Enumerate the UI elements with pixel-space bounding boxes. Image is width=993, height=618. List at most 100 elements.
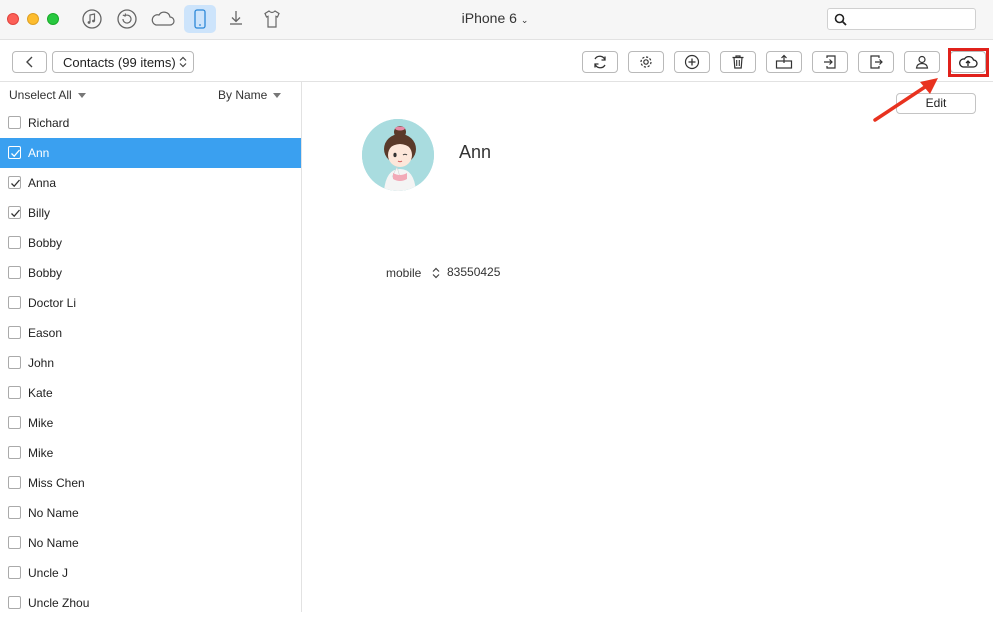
contact-name-label: Billy xyxy=(28,206,51,220)
highlight-box xyxy=(948,48,989,77)
checkbox[interactable] xyxy=(8,146,21,159)
checkbox[interactable] xyxy=(8,206,21,219)
list-item[interactable]: Miss Chen xyxy=(0,468,301,498)
export-to-computer-button[interactable] xyxy=(766,51,802,73)
list-item[interactable]: John xyxy=(0,348,301,378)
contact-name-label: Doctor Li xyxy=(28,296,77,310)
caret-down-icon xyxy=(77,93,86,99)
export-to-computer-icon xyxy=(775,54,793,69)
close-window-button[interactable] xyxy=(7,13,19,25)
contact-icon xyxy=(915,55,929,69)
contact-name-label: Uncle J xyxy=(28,566,69,580)
settings-button[interactable] xyxy=(628,51,664,73)
back-button[interactable] xyxy=(12,51,47,73)
contact-name-label: No Name xyxy=(28,506,79,520)
contact-name-label: Eason xyxy=(28,326,63,340)
restore-icon[interactable] xyxy=(111,5,143,33)
checkbox[interactable] xyxy=(8,356,21,369)
contact-name-label: John xyxy=(28,356,55,370)
contact-name-label: No Name xyxy=(28,536,79,550)
delete-button[interactable] xyxy=(720,51,756,73)
to-device-button[interactable] xyxy=(812,51,848,73)
contact-name-label: Miss Chen xyxy=(28,476,85,490)
phone-field-value: 83550425 xyxy=(447,265,501,279)
annotation-arrow xyxy=(873,78,938,122)
category-label: Contacts (99 items) xyxy=(63,54,176,70)
contact-name-label: Anna xyxy=(28,176,57,190)
checkmark-icon xyxy=(11,209,20,218)
chevron-down-icon: ⌄ xyxy=(520,15,529,25)
contact-name-label: Kate xyxy=(28,386,53,400)
checkbox[interactable] xyxy=(8,596,21,609)
contact-detail: Edit Ann mobile 83550425 xyxy=(303,82,993,612)
minimize-window-button[interactable] xyxy=(27,13,39,25)
list-item[interactable]: Mike xyxy=(0,438,301,468)
checkbox[interactable] xyxy=(8,296,21,309)
list-item[interactable]: Richard xyxy=(0,108,301,138)
zoom-window-button[interactable] xyxy=(47,13,59,25)
checkbox[interactable] xyxy=(8,236,21,249)
search-input[interactable] xyxy=(827,8,976,30)
refresh-icon xyxy=(594,55,606,69)
list-item[interactable]: Eason xyxy=(0,318,301,348)
list-item[interactable]: Billy xyxy=(0,198,301,228)
checkbox[interactable] xyxy=(8,566,21,579)
checkbox[interactable] xyxy=(8,476,21,489)
checkmark-icon xyxy=(11,179,20,188)
list-item[interactable]: Mike xyxy=(0,408,301,438)
list-item[interactable]: No Name xyxy=(0,528,301,558)
list-item[interactable]: No Name xyxy=(0,498,301,528)
export-icon xyxy=(870,55,883,69)
checkbox[interactable] xyxy=(8,446,21,459)
list-item[interactable]: Doctor Li xyxy=(0,288,301,318)
checkbox[interactable] xyxy=(8,266,21,279)
refresh-button[interactable] xyxy=(582,51,618,73)
checkbox[interactable] xyxy=(8,386,21,399)
checkbox[interactable] xyxy=(8,176,21,189)
add-icon xyxy=(684,54,700,70)
toolbar: Contacts (99 items) xyxy=(0,41,993,82)
phone-icon[interactable] xyxy=(184,5,216,33)
list-item[interactable]: Kate xyxy=(0,378,301,408)
contact-name-label: Ann xyxy=(28,146,50,160)
sort-label: By Name xyxy=(218,88,268,102)
contact-name-label: Bobby xyxy=(28,266,63,280)
contact-name-label: Bobby xyxy=(28,236,63,250)
list-item[interactable]: Anna xyxy=(0,168,301,198)
add-button[interactable] xyxy=(674,51,710,73)
contact-name-label: Mike xyxy=(28,446,54,460)
category-dropdown[interactable]: Contacts (99 items) xyxy=(52,51,194,73)
phone-field-label: mobile xyxy=(386,266,422,280)
tshirt-icon[interactable] xyxy=(256,5,288,33)
list-item[interactable]: Uncle J xyxy=(0,558,301,588)
checkmark-icon xyxy=(11,149,20,158)
contact-name-label: Richard xyxy=(28,116,70,130)
list-item[interactable]: Bobby xyxy=(0,258,301,288)
cloud-icon[interactable] xyxy=(147,5,179,33)
search-icon xyxy=(834,13,847,26)
device-name: iPhone 6 xyxy=(461,10,517,26)
unselect-all-button[interactable]: Unselect All xyxy=(9,88,86,102)
checkbox[interactable] xyxy=(8,326,21,339)
settings-icon xyxy=(640,56,652,68)
caret-down-icon xyxy=(273,93,282,99)
contact-name-label: Mike xyxy=(28,416,54,430)
updown-icon[interactable] xyxy=(432,267,440,279)
list-item[interactable]: Bobby xyxy=(0,228,301,258)
checkbox[interactable] xyxy=(8,416,21,429)
list-item[interactable]: Ann xyxy=(0,138,301,168)
device-selector[interactable]: iPhone 6 ⌄ xyxy=(440,10,550,26)
title-bar: iPhone 6 ⌄ xyxy=(0,0,993,40)
download-icon[interactable] xyxy=(220,5,252,33)
list-item[interactable]: Uncle Zhou xyxy=(0,588,301,618)
checkbox[interactable] xyxy=(8,536,21,549)
list-header: Unselect All By Name xyxy=(0,82,301,108)
checkbox[interactable] xyxy=(8,116,21,129)
contact-name-label: Uncle Zhou xyxy=(28,596,90,610)
music-icon[interactable] xyxy=(76,5,108,33)
sort-dropdown[interactable]: By Name xyxy=(218,88,282,102)
updown-icon xyxy=(179,56,187,68)
unselect-all-label: Unselect All xyxy=(9,88,72,102)
checkbox[interactable] xyxy=(8,506,21,519)
chevron-left-icon xyxy=(25,56,32,68)
